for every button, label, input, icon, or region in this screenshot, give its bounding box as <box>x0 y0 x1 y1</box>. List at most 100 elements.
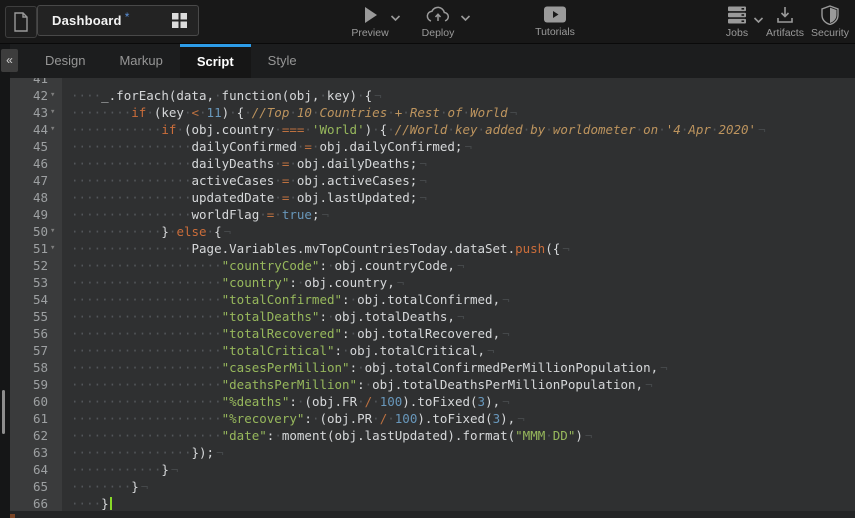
deploy-label: Deploy <box>422 27 455 39</box>
fold-spacer <box>48 444 64 461</box>
line-number: 41 <box>10 78 48 87</box>
line-number: 45 <box>10 138 48 155</box>
code-line[interactable]: 61····················"%recovery":·(obj.… <box>10 410 855 427</box>
fold-arrow-icon[interactable]: ▾ <box>48 87 64 104</box>
artifacts-button[interactable]: Artifacts <box>759 5 811 39</box>
line-number: 59 <box>10 376 48 393</box>
fold-arrow-icon[interactable]: ▾ <box>48 240 64 257</box>
fold-spacer <box>48 376 64 393</box>
deploy-button[interactable]: Deploy <box>412 5 464 39</box>
line-number: 58 <box>10 359 48 376</box>
horizontal-scrollbar-track[interactable] <box>10 511 855 518</box>
code-line[interactable]: 60 ····················"%deaths":·(obj.FR… <box>10 393 855 410</box>
code-line[interactable]: 43▾········if·(key·<·11)·{·//Top·10·Coun… <box>10 104 855 121</box>
code-line[interactable]: 52 ····················"countryCode":·obj… <box>10 257 855 274</box>
line-number: 47 <box>10 172 48 189</box>
line-number: 63 <box>10 444 48 461</box>
line-number: 46 <box>10 155 48 172</box>
code-line[interactable]: 63 ················});¬ <box>10 444 855 461</box>
code-text: ····················"totalDeaths":·obj.t… <box>64 308 464 325</box>
page-switcher-grid-icon[interactable] <box>171 12 188 29</box>
fold-spacer <box>48 172 64 189</box>
fold-spacer <box>48 206 64 223</box>
tab-markup[interactable]: Markup <box>102 44 179 78</box>
code-line[interactable]: 46················dailyDeaths·=·obj.dail… <box>10 155 855 172</box>
code-line[interactable]: 44▾············if·(obj.country·===·'Worl… <box>10 121 855 138</box>
fold-spacer <box>48 495 64 512</box>
code-line[interactable]: 57····················"totalCritical":·o… <box>10 342 855 359</box>
fold-spacer <box>48 342 64 359</box>
preview-label: Preview <box>351 27 388 39</box>
code-line[interactable]: 65········}¬ <box>10 478 855 495</box>
fold-spacer <box>48 257 64 274</box>
security-button[interactable]: Security <box>806 5 854 39</box>
artifacts-label: Artifacts <box>766 27 804 39</box>
cloud-upload-icon <box>425 5 451 25</box>
preview-dropdown-chevron-icon[interactable] <box>390 14 401 22</box>
code-text: ····················"totalRecovered":·ob… <box>64 325 510 342</box>
code-line[interactable]: 53····················"country":·obj.cou… <box>10 274 855 291</box>
page-file-button[interactable] <box>5 6 37 38</box>
preview-button[interactable]: Preview <box>344 5 396 39</box>
code-text: ········if·(key·<·11)·{·//Top·10·Countri… <box>64 104 517 121</box>
code-line[interactable]: 62 ····················"date":·moment(obj… <box>10 427 855 444</box>
fold-arrow-icon[interactable]: ▾ <box>48 104 64 121</box>
code-text: ····················"%deaths":·(obj.FR·/… <box>64 393 510 410</box>
open-page-tab[interactable]: Dashboard * <box>37 5 199 36</box>
tutorials-button[interactable]: Tutorials <box>527 5 583 38</box>
code-text: ················});¬ <box>64 444 224 461</box>
fold-spacer <box>48 410 64 427</box>
line-number: 52 <box>10 257 48 274</box>
line-number: 64 <box>10 461 48 478</box>
code-line[interactable]: 58····················"casesPerMillion":… <box>10 359 855 376</box>
editor-tabs: Design Markup Script Style <box>28 44 314 78</box>
code-line[interactable]: 66····} <box>10 495 855 512</box>
tab-script[interactable]: Script <box>180 44 251 78</box>
code-line[interactable]: 50▾············}·else·{¬ <box>10 223 855 240</box>
fold-spacer <box>48 78 64 87</box>
line-number: 66 <box>10 495 48 512</box>
code-line[interactable]: 42▾····_.forEach(data,·function(obj,·key… <box>10 87 855 104</box>
code-line[interactable]: 48················updatedDate·=·obj.last… <box>10 189 855 206</box>
line-number: 61 <box>10 410 48 427</box>
code-line[interactable]: 41 <box>10 78 855 87</box>
line-number: 53 <box>10 274 48 291</box>
code-line[interactable]: 47 ················activeCases·=·obj.acti… <box>10 172 855 189</box>
code-line[interactable]: 64············}¬ <box>10 461 855 478</box>
fold-spacer <box>48 359 64 376</box>
code-text: ········}¬ <box>64 478 148 495</box>
fold-spacer <box>48 138 64 155</box>
code-text: ················activeCases·=·obj.active… <box>64 172 427 189</box>
play-icon <box>360 5 380 25</box>
fold-arrow-icon[interactable]: ▾ <box>48 121 64 138</box>
line-number: 50 <box>10 223 48 240</box>
code-line[interactable]: 54····················"totalConfirmed":·… <box>10 291 855 308</box>
fold-spacer <box>48 393 64 410</box>
code-scroll[interactable]: 4142▾····_.forEach(data,·function(obj,·k… <box>10 78 855 512</box>
code-line[interactable]: 55····················"totalDeaths":·obj… <box>10 308 855 325</box>
code-line[interactable]: 59····················"deathsPerMillion"… <box>10 376 855 393</box>
line-number: 60 <box>10 393 48 410</box>
code-text: ····················"countryCode":·obj.c… <box>64 257 464 274</box>
line-number: 62 <box>10 427 48 444</box>
fold-spacer <box>48 291 64 308</box>
left-panel-rail <box>0 44 10 518</box>
code-text: ····················"date":·moment(obj.l… <box>64 427 592 444</box>
vertical-scrollbar-thumb[interactable] <box>2 390 5 434</box>
script-editor: 4142▾····_.forEach(data,·function(obj,·k… <box>10 78 855 518</box>
line-number: 57 <box>10 342 48 359</box>
fold-arrow-icon[interactable]: ▾ <box>48 223 64 240</box>
tab-style[interactable]: Style <box>251 44 314 78</box>
fold-spacer <box>48 274 64 291</box>
collapse-panel-button[interactable]: « <box>1 49 18 72</box>
line-number: 54 <box>10 291 48 308</box>
page-title: Dashboard <box>52 13 122 28</box>
code-line[interactable]: 56····················"totalRecovered":·… <box>10 325 855 342</box>
code-text: ················dailyConfirmed·=·obj.dai… <box>64 138 472 155</box>
code-line[interactable]: 51▾················Page.Variables.mvTopC… <box>10 240 855 257</box>
jobs-label: Jobs <box>726 27 748 39</box>
deploy-dropdown-chevron-icon[interactable] <box>460 14 471 22</box>
code-line[interactable]: 49················worldFlag·=·true;¬ <box>10 206 855 223</box>
code-line[interactable]: 45 ················dailyConfirmed·=·obj.d… <box>10 138 855 155</box>
tab-design[interactable]: Design <box>28 44 102 78</box>
